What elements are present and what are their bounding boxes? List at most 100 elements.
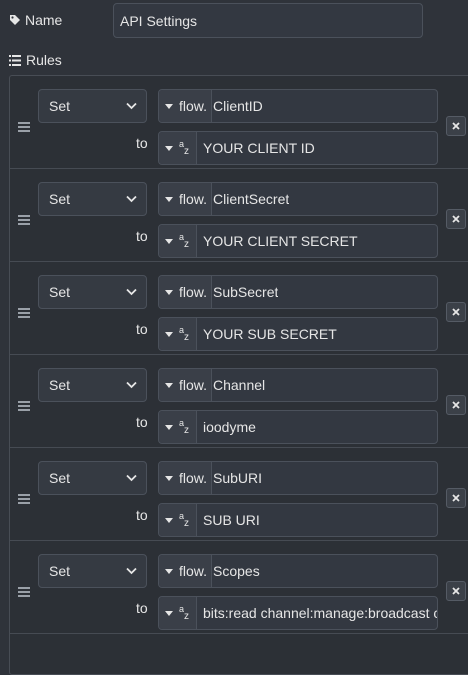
rule-action-select[interactable]: Set	[38, 182, 147, 216]
caret-down-icon	[165, 145, 173, 151]
rule-row: Set flow. ClientSecret to az YOUR CLIENT…	[10, 169, 468, 262]
delete-rule-button[interactable]	[446, 395, 466, 415]
target-type-label: flow.	[179, 563, 208, 579]
rule-target-field[interactable]: flow. SubURI	[158, 461, 438, 495]
rule-value-field[interactable]: az YOUR CLIENT ID	[158, 131, 438, 165]
value-type-button[interactable]: az	[159, 132, 197, 164]
chevron-down-icon	[126, 195, 137, 203]
tag-icon	[10, 15, 20, 25]
target-value: SubURI	[213, 470, 263, 486]
rule-row: Set flow. SubURI to az SUB URI	[10, 448, 468, 541]
caret-down-icon	[165, 610, 173, 616]
rule-value: YOUR CLIENT ID	[203, 140, 315, 156]
rule-row: Set flow. Scopes to az bits:read channel…	[10, 541, 468, 634]
rule-action-select[interactable]: Set	[38, 461, 147, 495]
to-label: to	[136, 600, 148, 616]
target-value: SubSecret	[213, 284, 279, 300]
chevron-down-icon	[126, 474, 137, 482]
rule-action-select[interactable]: Set	[38, 368, 147, 402]
rule-action-select[interactable]: Set	[38, 275, 147, 309]
to-label: to	[136, 321, 148, 337]
rule-value: bits:read channel:manage:broadcast chann…	[203, 605, 437, 621]
az-string-icon: az	[179, 232, 189, 250]
rules-label: Rules	[9, 52, 62, 68]
target-value: ClientSecret	[213, 191, 290, 207]
rule-target-field[interactable]: flow. SubSecret	[158, 275, 438, 309]
target-type-button[interactable]: flow.	[159, 462, 213, 494]
drag-handle-icon[interactable]	[18, 308, 30, 318]
delete-rule-button[interactable]	[446, 116, 466, 136]
caret-down-icon	[165, 289, 173, 295]
rule-value: ioodyme	[203, 419, 256, 435]
rule-action-value: Set	[49, 191, 71, 207]
close-icon	[452, 587, 460, 595]
delete-rule-button[interactable]	[446, 581, 466, 601]
rule-target-field[interactable]: flow. Scopes	[158, 554, 438, 588]
drag-handle-icon[interactable]	[18, 401, 30, 411]
caret-down-icon	[165, 238, 173, 244]
target-type-button[interactable]: flow.	[159, 555, 213, 587]
rule-action-value: Set	[49, 284, 71, 300]
rule-value: SUB URI	[203, 512, 260, 528]
target-type-button[interactable]: flow.	[159, 369, 213, 401]
caret-down-icon	[165, 382, 173, 388]
rule-action-select[interactable]: Set	[38, 554, 147, 588]
rule-row: Set flow. ClientID to az YOUR CLIENT ID	[10, 76, 468, 169]
rule-value-field[interactable]: az bits:read channel:manage:broadcast ch…	[158, 596, 438, 630]
az-string-icon: az	[179, 325, 189, 343]
to-label: to	[136, 507, 148, 523]
target-type-label: flow.	[179, 284, 208, 300]
delete-rule-button[interactable]	[446, 302, 466, 322]
target-type-button[interactable]: flow.	[159, 276, 213, 308]
rules-list: Set flow. ClientID to az YOUR CLIENT ID	[9, 75, 468, 675]
target-type-button[interactable]: flow.	[159, 183, 213, 215]
target-value: Scopes	[213, 563, 260, 579]
caret-down-icon	[165, 475, 173, 481]
delete-rule-button[interactable]	[446, 209, 466, 229]
value-type-button[interactable]: az	[159, 411, 197, 443]
rule-value-field[interactable]: az YOUR SUB SECRET	[158, 317, 438, 351]
caret-down-icon	[165, 517, 173, 523]
rule-row: Set flow. SubSecret to az YOUR SUB SECRE…	[10, 262, 468, 355]
delete-rule-button[interactable]	[446, 488, 466, 508]
rule-target-field[interactable]: flow. Channel	[158, 368, 438, 402]
value-type-button[interactable]: az	[159, 318, 197, 350]
name-input[interactable]	[113, 3, 423, 38]
drag-handle-icon[interactable]	[18, 494, 30, 504]
drag-handle-icon[interactable]	[18, 122, 30, 132]
target-type-label: flow.	[179, 377, 208, 393]
caret-down-icon	[165, 331, 173, 337]
az-string-icon: az	[179, 418, 189, 436]
chevron-down-icon	[126, 381, 137, 389]
to-label: to	[136, 228, 148, 244]
caret-down-icon	[165, 568, 173, 574]
rule-target-field[interactable]: flow. ClientID	[158, 89, 438, 123]
to-label: to	[136, 135, 148, 151]
list-icon	[9, 54, 21, 66]
az-string-icon: az	[179, 511, 189, 529]
to-label: to	[136, 414, 148, 430]
rule-value-field[interactable]: az YOUR CLIENT SECRET	[158, 224, 438, 258]
rule-value: YOUR CLIENT SECRET	[203, 233, 358, 249]
close-icon	[452, 494, 460, 502]
rule-value: YOUR SUB SECRET	[203, 326, 337, 342]
rule-target-field[interactable]: flow. ClientSecret	[158, 182, 438, 216]
value-type-button[interactable]: az	[159, 597, 197, 629]
drag-handle-icon[interactable]	[18, 215, 30, 225]
chevron-down-icon	[126, 102, 137, 110]
rule-action-value: Set	[49, 470, 71, 486]
close-icon	[452, 401, 460, 409]
rule-value-field[interactable]: az ioodyme	[158, 410, 438, 444]
value-type-button[interactable]: az	[159, 225, 197, 257]
rule-row: Set flow. Channel to az ioodyme	[10, 355, 468, 448]
value-type-button[interactable]: az	[159, 504, 197, 536]
caret-down-icon	[165, 196, 173, 202]
drag-handle-icon[interactable]	[18, 587, 30, 597]
rule-action-select[interactable]: Set	[38, 89, 147, 123]
close-icon	[452, 215, 460, 223]
target-type-button[interactable]: flow.	[159, 90, 213, 122]
name-row: Name	[0, 0, 468, 42]
rule-value-field[interactable]: az SUB URI	[158, 503, 438, 537]
az-string-icon: az	[179, 604, 189, 622]
name-label: Name	[9, 12, 62, 28]
